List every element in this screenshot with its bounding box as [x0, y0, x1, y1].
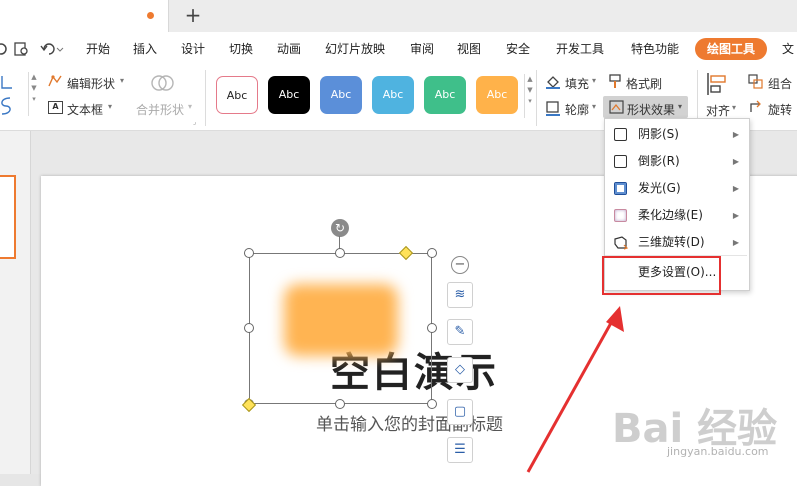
- menu-design[interactable]: 设计: [181, 32, 205, 66]
- menu-security[interactable]: 安全: [506, 32, 530, 66]
- menu-item-label: 发光(G): [638, 181, 681, 195]
- resize-handle-top[interactable]: [335, 248, 345, 258]
- align-button[interactable]: 对齐: [706, 102, 730, 119]
- menu-item-shadow[interactable]: 阴影(S) ▶: [605, 121, 747, 148]
- soft-edge-icon: [614, 209, 627, 222]
- rotate-button[interactable]: 旋转: [768, 101, 792, 118]
- new-tab-button[interactable]: +: [182, 3, 204, 27]
- fill-button[interactable]: 填充: [565, 75, 589, 92]
- style-swatch-green[interactable]: Abc: [424, 76, 466, 114]
- style-gallery-scroll[interactable]: ▲ ▼ ▾: [524, 74, 535, 118]
- dialog-launcher-icon[interactable]: ⌟: [193, 118, 196, 126]
- rotate-icon: [748, 100, 764, 118]
- outline-icon: [545, 100, 561, 119]
- document-tab[interactable]: [0, 0, 169, 32]
- print-preview-icon[interactable]: [14, 42, 30, 60]
- format-painter-icon: [607, 73, 623, 92]
- group-button[interactable]: 组合: [768, 75, 792, 92]
- menu-view[interactable]: 视图: [457, 32, 481, 66]
- reflection-icon: [614, 155, 627, 168]
- menu-item-reflection[interactable]: 倒影(R) ▶: [605, 148, 747, 175]
- menu-text-tools[interactable]: 文: [782, 32, 794, 66]
- menu-item-glow[interactable]: 发光(G) ▶: [605, 175, 747, 202]
- chevron-right-icon: ▶: [732, 184, 739, 193]
- chevron-right-icon: ▶: [732, 238, 739, 247]
- menu-special-features[interactable]: 特色功能: [631, 32, 679, 66]
- menu-item-label: 柔化边缘(E): [638, 208, 703, 222]
- align-icon: [706, 72, 728, 99]
- menu-item-label: 三维旋转(D): [638, 235, 705, 249]
- chevron-down-icon[interactable]: ▾: [592, 76, 596, 85]
- ribbon-divider: [536, 70, 537, 126]
- chevron-down-icon: ▾: [678, 102, 683, 111]
- outline-square-icon[interactable]: ▢: [447, 399, 473, 425]
- menu-drawing-tools[interactable]: 绘图工具: [695, 38, 767, 60]
- chevron-down-icon[interactable]: ▾: [592, 102, 596, 111]
- text-box-icon: A: [48, 101, 63, 114]
- save-icon[interactable]: [0, 42, 8, 59]
- style-swatch-cyan[interactable]: Abc: [372, 76, 414, 114]
- style-swatch-blue[interactable]: Abc: [320, 76, 362, 114]
- menu-item-label: 倒影(R): [638, 154, 680, 168]
- format-painter-button[interactable]: 格式刷: [626, 75, 662, 92]
- menu-developer[interactable]: 开发工具: [556, 32, 604, 66]
- style-swatch-orange[interactable]: Abc: [476, 76, 518, 114]
- resize-handle-bottom-right[interactable]: [427, 399, 437, 409]
- chevron-right-icon: ▶: [732, 130, 739, 139]
- menu-item-label: 阴影(S): [638, 127, 679, 141]
- merge-shape-button[interactable]: 合并形状: [136, 101, 184, 118]
- shape-preview-icon[interactable]: [0, 72, 14, 121]
- undo-icon[interactable]: [40, 41, 64, 60]
- unsaved-dot-icon: [147, 12, 154, 19]
- chevron-right-icon: ▶: [732, 211, 739, 220]
- watermark-url: jingyan.baidu.com: [667, 445, 769, 458]
- glow-icon: [614, 182, 627, 195]
- fill-bucket-icon[interactable]: ◇: [447, 357, 473, 383]
- slide-subtitle[interactable]: 单击输入您的封面副标题: [316, 410, 503, 435]
- menu-insert[interactable]: 插入: [133, 32, 157, 66]
- ribbon-divider: [205, 70, 206, 126]
- menu-item-3d-rotation[interactable]: 三维旋转(D) ▶: [605, 229, 747, 256]
- chevron-down-icon: ▾: [188, 102, 193, 111]
- brush-icon[interactable]: ✎: [447, 319, 473, 345]
- outline-button[interactable]: 轮廓: [565, 101, 589, 118]
- 3d-rotation-icon: [613, 235, 629, 253]
- annotation-arrow-icon: [520, 300, 630, 483]
- menu-slideshow[interactable]: 幻灯片放映: [325, 32, 385, 66]
- merge-shape-icon: [150, 72, 176, 97]
- shape-effect-label: 形状效果: [627, 103, 676, 117]
- resize-handle-top-left[interactable]: [244, 248, 254, 258]
- edit-shape-icon: [47, 74, 63, 91]
- resize-handle-top-right[interactable]: [427, 248, 437, 258]
- chevron-down-icon[interactable]: ▾: [120, 76, 124, 85]
- chevron-down-icon[interactable]: ▾: [732, 103, 736, 112]
- text-box-button[interactable]: 文本框: [67, 101, 103, 118]
- fill-icon: [545, 74, 561, 92]
- menu-transition[interactable]: 切换: [229, 32, 253, 66]
- resize-handle-bottom[interactable]: [335, 399, 345, 409]
- text-layout-icon[interactable]: ☰: [447, 437, 473, 463]
- chevron-right-icon: ▶: [732, 157, 739, 166]
- slide-thumbnail-selected[interactable]: [0, 175, 16, 259]
- chevron-down-icon[interactable]: ▾: [108, 102, 112, 111]
- edit-shape-button[interactable]: 编辑形状: [67, 75, 115, 92]
- rotate-handle-icon[interactable]: ↻: [331, 219, 349, 237]
- menu-review[interactable]: 审阅: [410, 32, 434, 66]
- annotation-highlight-box: [602, 256, 721, 295]
- layers-icon[interactable]: ≋: [447, 282, 473, 308]
- shape-effect-icon: [609, 100, 625, 118]
- menu-home[interactable]: 开始: [86, 32, 110, 66]
- shadow-icon: [614, 128, 627, 141]
- menu-animation[interactable]: 动画: [277, 32, 301, 66]
- shape-gallery-scroll[interactable]: ▲ ▼ ▾: [28, 72, 39, 116]
- selection-frame[interactable]: [249, 253, 432, 404]
- group-icon: [748, 74, 764, 92]
- resize-handle-right[interactable]: [427, 323, 437, 333]
- collapse-toolbar-button[interactable]: −: [451, 256, 469, 274]
- menu-item-soft-edge[interactable]: 柔化边缘(E) ▶: [605, 202, 747, 229]
- resize-handle-left[interactable]: [244, 323, 254, 333]
- style-swatch-black[interactable]: Abc: [268, 76, 310, 114]
- style-swatch-white[interactable]: Abc: [216, 76, 258, 114]
